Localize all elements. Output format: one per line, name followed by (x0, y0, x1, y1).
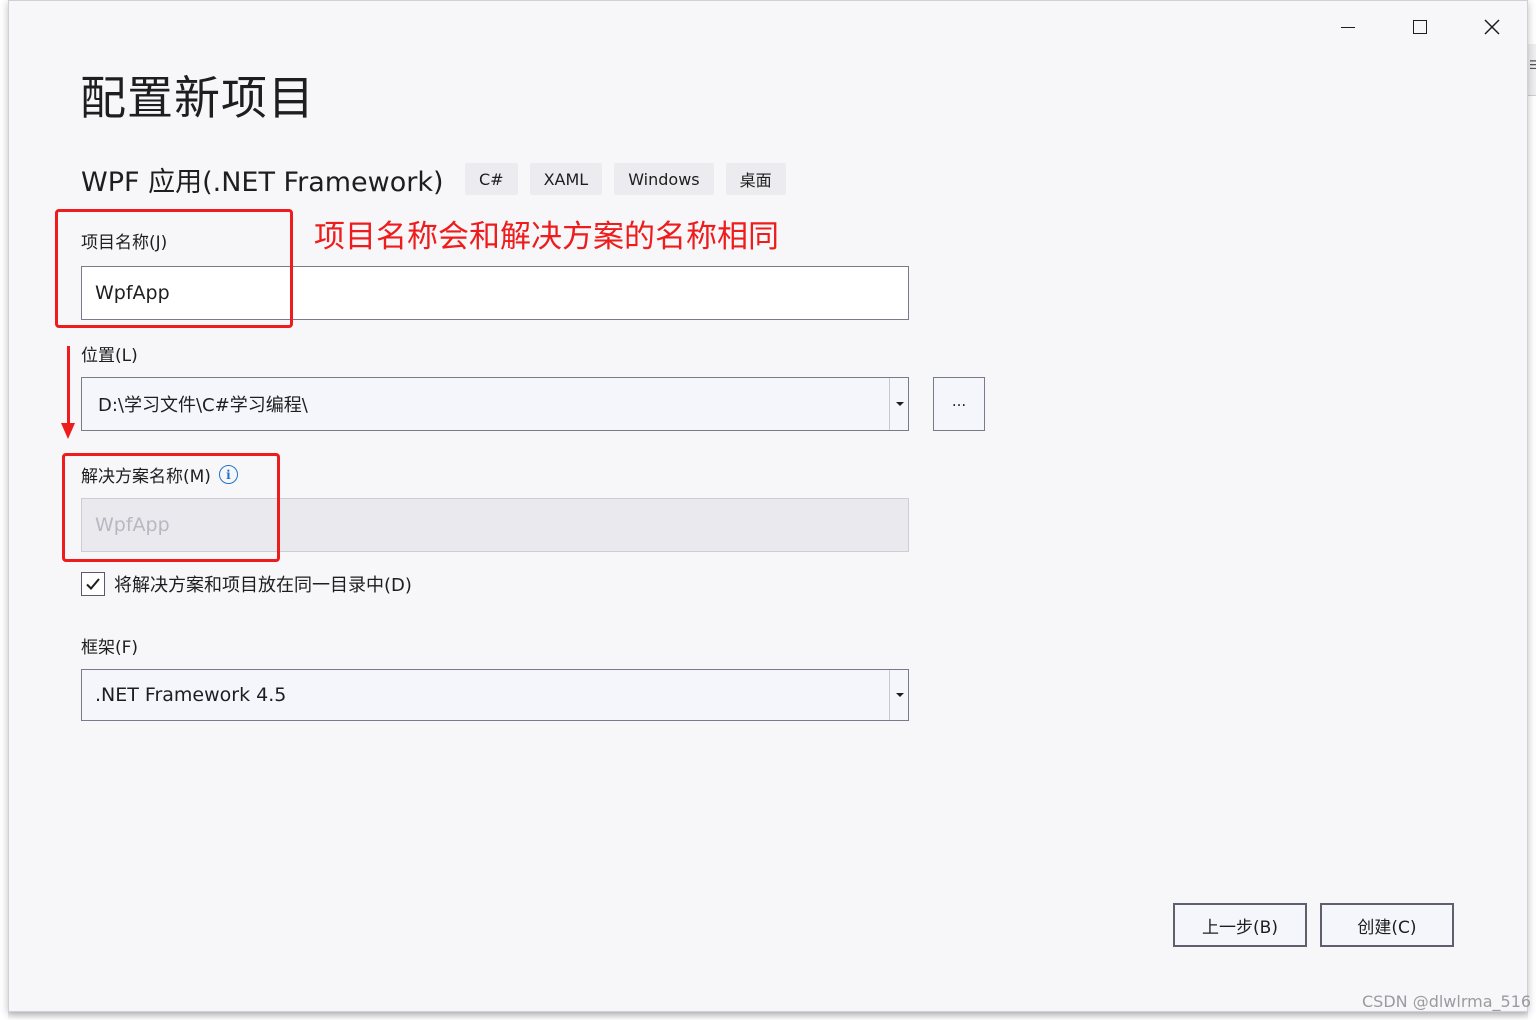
dropdown-separator (889, 378, 890, 430)
chevron-down-icon[interactable] (896, 693, 904, 697)
close-icon (1484, 19, 1500, 35)
annotation-text: 项目名称会和解决方案的名称相同 (314, 219, 779, 255)
checkmark-icon (86, 578, 100, 590)
tag-desktop: 桌面 (725, 163, 786, 195)
minimize-icon (1341, 26, 1355, 28)
window-shadow (8, 1012, 1528, 1020)
framework-select[interactable]: .NET Framework 4.5 (81, 669, 909, 721)
location-value: D:\学习文件\C#学习编程\ (98, 395, 308, 416)
back-button[interactable]: 上一步(B) (1173, 903, 1307, 947)
same-directory-option[interactable]: 将解决方案和项目放在同一目录中(D) (81, 571, 412, 597)
page-title: 配置新项目 (80, 71, 315, 125)
tag-csharp: C# (465, 163, 518, 195)
chevron-down-icon[interactable] (896, 402, 904, 406)
same-directory-checkbox[interactable] (81, 572, 105, 596)
template-tags: C# XAML Windows 桌面 (465, 163, 786, 195)
location-combobox[interactable]: D:\学习文件\C#学习编程\ (81, 377, 909, 431)
background-window-edge (1528, 0, 1536, 1020)
same-directory-label: 将解决方案和项目放在同一目录中(D) (114, 575, 412, 596)
framework-value: .NET Framework 4.5 (95, 684, 287, 706)
template-name: WPF 应用(.NET Framework) (81, 167, 444, 198)
create-button[interactable]: 创建(C) (1320, 903, 1454, 947)
maximize-button[interactable] (1396, 8, 1444, 46)
tag-windows: Windows (614, 163, 714, 195)
tag-xaml: XAML (529, 163, 603, 195)
watermark: CSDN @dlwlrma_516 (1362, 992, 1532, 1011)
framework-label: 框架(F) (81, 638, 139, 658)
browse-location-button[interactable]: ... (933, 377, 985, 431)
menu-icon: ☰ (1529, 58, 1536, 72)
location-label: 位置(L) (81, 346, 138, 366)
close-button[interactable] (1468, 8, 1516, 46)
annotation-arrow-head (61, 423, 75, 439)
dropdown-separator (889, 670, 890, 720)
annotation-box-solution-name (62, 453, 280, 562)
annotation-arrow-shaft (67, 346, 70, 426)
annotation-box-project-name (55, 209, 293, 328)
minimize-button[interactable] (1324, 8, 1372, 46)
maximize-icon (1413, 20, 1427, 34)
